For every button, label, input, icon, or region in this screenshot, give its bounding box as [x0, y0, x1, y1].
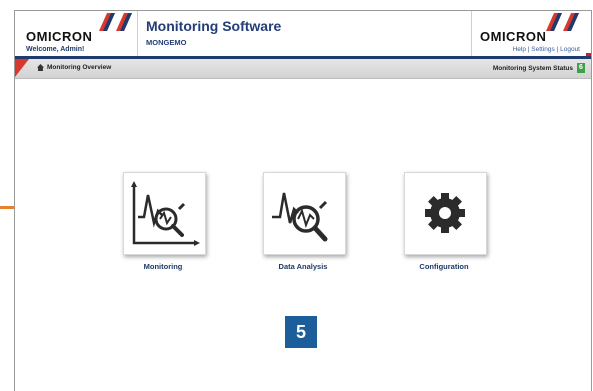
red-corner-accent	[15, 59, 29, 77]
header-divider	[137, 11, 138, 58]
configuration-tile[interactable]	[404, 172, 487, 255]
omicron-logo-right: OMICRON Help | Settings | Logout	[480, 29, 580, 54]
logout-link[interactable]: Logout	[560, 46, 580, 53]
monitoring-icon	[131, 181, 200, 246]
step-number-badge: 5	[285, 316, 317, 348]
navbar: Monitoring Overview Monitoring System St…	[15, 59, 591, 79]
data-analysis-tile[interactable]	[263, 172, 346, 255]
monitoring-tile[interactable]	[123, 172, 206, 255]
breadcrumb-label: Monitoring Overview	[47, 64, 112, 71]
status-label: Monitoring System Status	[492, 64, 573, 72]
help-link[interactable]: Help	[513, 46, 526, 53]
app-subtitle: MONGEMO	[146, 38, 187, 47]
home-icon	[37, 64, 44, 71]
header-divider-right	[471, 11, 472, 58]
status-badge: 6	[577, 63, 585, 73]
gear-icon	[425, 193, 465, 233]
brand-name: OMICRON	[26, 29, 93, 44]
app-title: Monitoring Software	[146, 18, 282, 34]
header-links: Help | Settings | Logout	[480, 46, 580, 53]
omicron-logo-left: OMICRON Welcome, Admin!	[26, 29, 93, 54]
welcome-text: Welcome, Admin!	[26, 46, 85, 53]
breadcrumb[interactable]: Monitoring Overview	[37, 64, 111, 71]
monitoring-label[interactable]: Monitoring	[103, 262, 223, 271]
settings-link[interactable]: Settings	[531, 46, 555, 53]
omicron-flag-icon	[99, 13, 132, 31]
data-analysis-label[interactable]: Data Analysis	[243, 262, 363, 271]
omicron-flag-icon-right	[546, 13, 579, 31]
configuration-label[interactable]: Configuration	[384, 262, 504, 271]
header: OMICRON Welcome, Admin! Monitoring Softw…	[15, 11, 591, 58]
monitoring-system-status[interactable]: Monitoring System Status 6	[493, 63, 585, 73]
data-analysis-icon	[272, 192, 328, 242]
brand-name-right: OMICRON	[480, 29, 547, 44]
orange-marker	[0, 206, 14, 209]
